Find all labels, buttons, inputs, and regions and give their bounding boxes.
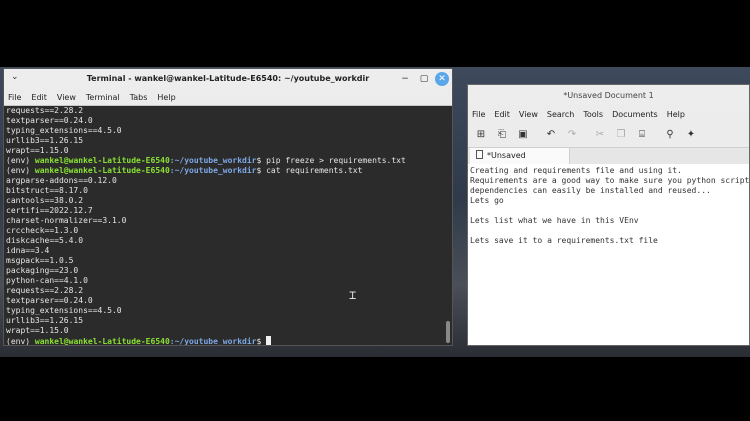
replace-icon[interactable]: ✦ <box>684 128 698 142</box>
menu-edit[interactable]: Edit <box>31 93 47 102</box>
terminal-line: requests==2.28.2 <box>6 106 84 115</box>
paste-icon[interactable]: ⌸ <box>635 128 649 142</box>
editor-menu-view[interactable]: View <box>519 110 538 119</box>
terminal-line: typing_extensions==4.5.0 <box>6 306 122 315</box>
terminal-output[interactable]: requests==2.28.2 textparser==0.24.0 typing… <box>4 106 444 345</box>
editor-title: *Unsaved Document 1 <box>563 91 654 100</box>
terminal-menubar: File Edit View Terminal Tabs Help <box>4 89 452 106</box>
redo-icon[interactable]: ↷ <box>565 128 579 142</box>
open-icon[interactable]: ⎗ <box>495 128 509 142</box>
editor-menu-documents[interactable]: Documents <box>612 110 658 119</box>
text-cursor-icon: ⌶ <box>349 288 357 302</box>
terminal-line: wrapt==1.15.0 <box>6 146 69 155</box>
editor-toolbar: ⊞ ⎗ ▣ ↶ ↷ ✂ ❐ ⌸ ⚲ ✦ <box>468 123 749 148</box>
terminal-line: textparser==0.24.0 <box>6 116 93 125</box>
editor-titlebar[interactable]: *Unsaved Document 1 <box>468 85 749 105</box>
terminal-line: diskcache==5.4.0 <box>6 236 84 245</box>
editor-tabbar: *Unsaved Document 1 <box>468 148 749 176</box>
editor-text-area[interactable]: Creating and requirements file and using… <box>468 164 749 345</box>
terminal-line: argparse-addons==0.12.0 <box>6 176 117 185</box>
save-icon[interactable]: ▣ <box>516 128 530 142</box>
terminal-line: packaging==23.0 <box>6 266 79 275</box>
terminal-line: idna==3.4 <box>6 246 50 255</box>
terminal-line: msgpack==1.0.5 <box>6 256 74 265</box>
terminal-title: Terminal - wankel@wankel-Latitude-E6540:… <box>86 74 370 83</box>
terminal-line: (env) wankel@wankel-Latitude-E6540:~/you… <box>6 336 444 345</box>
terminal-line: bitstruct==8.17.0 <box>6 186 88 195</box>
prompt-path: :~/youtube_workdir <box>169 337 257 345</box>
terminal-line: charset-normalizer==3.1.0 <box>6 216 127 225</box>
editor-menu-file[interactable]: File <box>472 110 485 119</box>
terminal-line: wrapt==1.15.0 <box>6 326 69 335</box>
document-tab[interactable]: *Unsaved Document 1 <box>470 148 570 176</box>
menu-terminal[interactable]: Terminal <box>86 93 120 102</box>
editor-menubar: File Edit View Search Tools Documents He… <box>468 105 749 123</box>
terminal-scrollbar[interactable] <box>444 106 452 345</box>
copy-icon[interactable]: ❐ <box>614 128 628 142</box>
prompt-env: (env) <box>6 337 35 345</box>
undo-icon[interactable]: ↶ <box>544 128 558 142</box>
prompt-path: :~/youtube_workdir <box>169 156 257 165</box>
terminal-scroll-thumb[interactable] <box>446 321 450 343</box>
terminal-line: requests==2.28.2 <box>6 286 84 295</box>
terminal-line: urllib3==1.26.15 <box>6 316 84 325</box>
document-icon <box>476 150 483 159</box>
terminal-line: certifi==2022.12.7 <box>6 206 93 215</box>
menu-tabs[interactable]: Tabs <box>130 93 148 102</box>
letterbox-bottom <box>0 357 750 421</box>
text-editor-window[interactable]: *Unsaved Document 1 File Edit View Searc… <box>467 84 750 346</box>
terminal-line: cantools==38.0.2 <box>6 196 84 205</box>
prompt-env: (env) <box>6 156 35 165</box>
cut-icon[interactable]: ✂ <box>593 128 607 142</box>
prompt-user: wankel@wankel-Latitude-E6540 <box>34 156 170 165</box>
menu-file[interactable]: File <box>8 93 21 102</box>
terminal-line: python-can==4.1.0 <box>6 276 88 285</box>
editor-menu-tools[interactable]: Tools <box>583 110 603 119</box>
find-icon[interactable]: ⚲ <box>663 128 677 142</box>
prompt-cmd: $ <box>256 337 267 345</box>
menu-view[interactable]: View <box>57 93 76 102</box>
terminal-titlebar[interactable]: ⌄ Terminal - wankel@wankel-Latitude-E654… <box>4 69 452 89</box>
terminal-cursor <box>266 336 272 345</box>
menu-help[interactable]: Help <box>157 93 175 102</box>
prompt-path: :~/youtube_workdir <box>169 166 257 175</box>
letterbox-top <box>0 0 750 67</box>
new-document-icon[interactable]: ⊞ <box>474 128 488 142</box>
prompt-cmd: $ cat requirements.txt <box>256 166 363 175</box>
terminal-line: typing_extensions==4.5.0 <box>6 126 122 135</box>
editor-menu-search[interactable]: Search <box>547 110 574 119</box>
terminal-line: (env) wankel@wankel-Latitude-E6540:~/you… <box>6 156 444 166</box>
minimize-icon[interactable]: − <box>398 72 412 86</box>
editor-menu-edit[interactable]: Edit <box>494 110 510 119</box>
terminal-line: textparser==0.24.0 <box>6 296 93 305</box>
terminal-line: crccheck==1.3.0 <box>6 226 79 235</box>
prompt-env: (env) <box>6 166 35 175</box>
terminal-line: urllib3==1.26.15 <box>6 136 84 145</box>
prompt-user: wankel@wankel-Latitude-E6540 <box>34 337 170 345</box>
prompt-user: wankel@wankel-Latitude-E6540 <box>34 166 170 175</box>
prompt-cmd: $ pip freeze > requirements.txt <box>256 156 406 165</box>
close-icon[interactable]: ✕ <box>435 72 449 86</box>
terminal-window[interactable]: ⌄ Terminal - wankel@wankel-Latitude-E654… <box>3 68 453 346</box>
maximize-icon[interactable]: ▢ <box>417 72 431 86</box>
editor-menu-help[interactable]: Help <box>667 110 685 119</box>
terminal-line: (env) wankel@wankel-Latitude-E6540:~/you… <box>6 166 444 176</box>
